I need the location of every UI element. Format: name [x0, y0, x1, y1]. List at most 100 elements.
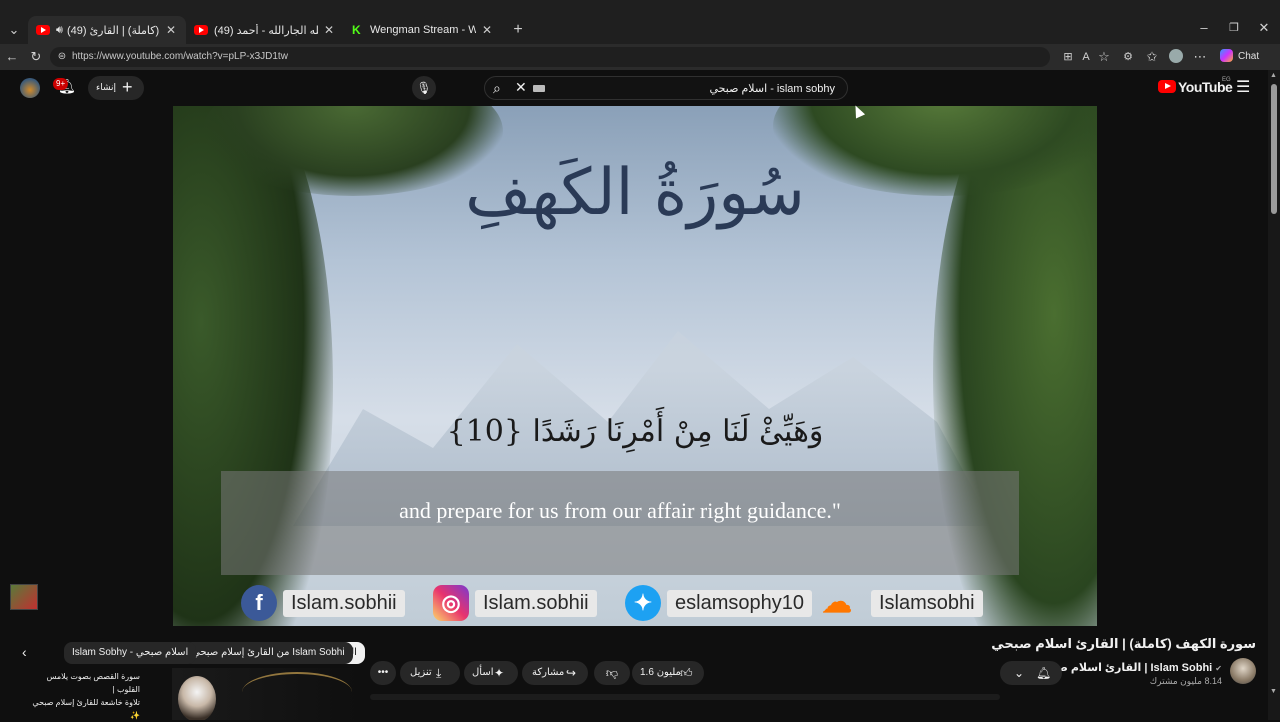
- minimize-icon[interactable]: –: [1196, 20, 1212, 36]
- keyboard-icon[interactable]: [533, 85, 545, 92]
- translate-icon[interactable]: A: [1078, 49, 1094, 65]
- scroll-up-arrow-icon[interactable]: ▲: [1270, 72, 1277, 79]
- verse-text: وَهَيِّئْ لَنَا مِنْ أَمْرِنَا رَشَدًا {…: [446, 414, 824, 449]
- suggested-title-line-2: تلاوة خاشعة للقارئ إسلام صبحي ✨: [32, 698, 140, 720]
- sparkle-icon: ✦: [494, 666, 505, 680]
- like-button[interactable]: 1.6 مليون 👍︎: [632, 661, 704, 685]
- favorite-star-icon[interactable]: ☆: [1096, 49, 1112, 65]
- new-tab-plus-icon[interactable]: +: [510, 22, 526, 38]
- social-handle: Islam.sobhii: [283, 589, 405, 617]
- restore-icon[interactable]: ❐: [1226, 20, 1242, 36]
- download-label: تنزيل: [410, 667, 432, 678]
- url-text: https://www.youtube.com/watch?v=pLP-x3JD…: [72, 51, 288, 62]
- clear-search-icon[interactable]: ✕: [515, 79, 527, 96]
- social-handle: Islam.sobhii: [475, 589, 597, 617]
- video-title: سورة الكهف (كاملة) | القارئ اسلام صبحي: [991, 636, 1256, 651]
- back-arrow-icon[interactable]: ←: [4, 49, 20, 65]
- hamburger-menu-icon[interactable]: ☰: [1236, 77, 1250, 97]
- dislike-button[interactable]: 👎︎: [594, 661, 630, 685]
- browser-tab[interactable]: K Wengman Stream - Watch Live on ✕: [344, 16, 502, 44]
- surah-title-calligraphy: سُورَةُ الكَهفِ: [465, 156, 805, 230]
- share-button[interactable]: مشاركة ↪: [522, 661, 588, 685]
- chip-related-search[interactable]: Islam Sobhy - اسلام صبحي: [64, 642, 197, 664]
- create-label: إنشاء: [96, 82, 117, 92]
- social-instagram: ◎ Islam.sobhii: [433, 584, 597, 622]
- twitter-icon: ✦: [625, 585, 661, 621]
- subscribe-button[interactable]: ⌄ 🔔︎: [1000, 661, 1062, 685]
- search-box[interactable]: ⌕ ✕ islam sobhy - اسلام صبحي: [484, 76, 848, 100]
- youtube-favicon-icon: [36, 25, 50, 35]
- verified-badge-icon: ✔: [1215, 664, 1222, 673]
- instagram-icon: ◎: [433, 585, 469, 621]
- browser-toolbar: ← ↻ ⊜ https://www.youtube.com/watch?v=pL…: [0, 44, 1280, 70]
- browser-tab-bar: ⌄ 🔊︎ (49) سورة الكهف (كاملة) | القارئ ✕ …: [0, 0, 1280, 44]
- below-video-panel: سورة الكهف (كاملة) | القارئ اسلام صبحي ✔…: [0, 626, 1280, 720]
- more-horizontal-icon: •••: [377, 667, 389, 678]
- scrollbar-thumb[interactable]: [1271, 84, 1277, 214]
- search-input[interactable]: islam sobhy - اسلام صبحي: [710, 82, 836, 95]
- video-player[interactable]: سُورَةُ الكَهفِ وَهَيِّئْ لَنَا مِنْ أَم…: [173, 106, 1097, 626]
- description-box-edge: [370, 694, 1000, 700]
- app-available-icon[interactable]: ⊞: [1060, 49, 1076, 65]
- download-button[interactable]: تنزيل ⤓: [400, 661, 460, 685]
- plus-icon: +: [122, 77, 133, 97]
- share-label: مشاركة: [532, 667, 565, 678]
- download-icon: ⤓: [436, 666, 442, 680]
- tab-title: (49) فيح حبة || عبدالله الجارالله - أحمد: [214, 24, 318, 37]
- close-tab-icon[interactable]: ✕: [164, 23, 178, 37]
- notification-badge: 9+: [53, 78, 69, 90]
- mini-thumbnail[interactable]: [10, 584, 38, 610]
- ask-button[interactable]: اسأل ✦: [464, 661, 518, 685]
- social-soundcloud: ☁ Islamsobhi: [809, 584, 983, 622]
- browser-tab-active[interactable]: 🔊︎ (49) سورة الكهف (كاملة) | القارئ ✕: [28, 16, 186, 44]
- thumbs-down-icon: 👎︎: [605, 666, 619, 680]
- site-info-icon[interactable]: ⊜: [54, 49, 70, 65]
- subscriber-count: 8.14 مليون مشترك: [1149, 676, 1222, 686]
- chip-from-channel[interactable]: من القارئ إسلام صبحي Islam Sobhi: [184, 642, 353, 664]
- suggested-video-title[interactable]: سورة القصص بصوت يلامس القلوب | تلاوة خاش…: [22, 670, 140, 722]
- share-arrow-icon: ↪: [566, 666, 577, 680]
- region-code: EG: [1222, 77, 1231, 83]
- tab-title: Wengman Stream - Watch Live on: [370, 24, 476, 36]
- social-facebook: f Islam.sobhii: [241, 584, 405, 622]
- chevron-down-icon: ⌄: [1014, 666, 1025, 680]
- suggested-video-thumbnail[interactable]: [172, 668, 358, 720]
- calligraphy-decoration: [242, 672, 352, 712]
- channel-avatar[interactable]: [1230, 658, 1256, 684]
- voice-search-mic-icon[interactable]: 🎙︎: [412, 76, 436, 100]
- scroll-down-arrow-icon[interactable]: ▼: [1270, 688, 1277, 695]
- youtube-favicon-icon: [194, 25, 208, 35]
- search-icon[interactable]: ⌕: [493, 80, 501, 97]
- favorites-icon[interactable]: ✩: [1144, 49, 1160, 65]
- ask-label: اسأل: [472, 667, 494, 678]
- facebook-icon: f: [241, 585, 277, 621]
- thumbs-up-icon: 👍︎: [680, 666, 693, 680]
- account-avatar[interactable]: [20, 78, 40, 98]
- page-scrollbar[interactable]: ▲ ▼: [1268, 70, 1280, 720]
- reload-icon[interactable]: ↻: [28, 49, 44, 65]
- copilot-icon[interactable]: [1218, 49, 1234, 65]
- tab-title: (49) سورة الكهف (كاملة) | القارئ: [66, 24, 160, 37]
- social-handle: eslamsophy10: [667, 589, 812, 617]
- reciter-image: [178, 676, 216, 720]
- browser-tab[interactable]: (49) فيح حبة || عبدالله الجارالله - أحمد…: [186, 16, 344, 44]
- youtube-logo-icon[interactable]: [1158, 80, 1176, 93]
- more-menu-icon[interactable]: ⋯: [1192, 49, 1208, 65]
- address-bar[interactable]: ⊜ https://www.youtube.com/watch?v=pLP-x3…: [50, 47, 1050, 67]
- close-tab-icon[interactable]: ✕: [322, 23, 336, 37]
- youtube-header: 🔔︎ 9+ إنشاء + 🎙︎ ⌕ ✕ islam sobhy - اسلام…: [0, 70, 1280, 106]
- like-count: 1.6 مليون: [640, 667, 681, 678]
- chips-prev-chevron-icon[interactable]: ‹: [22, 644, 27, 660]
- profile-avatar-icon[interactable]: [1168, 49, 1184, 65]
- speaker-icon[interactable]: 🔊︎: [56, 24, 63, 37]
- close-tab-icon[interactable]: ✕: [480, 23, 494, 37]
- soundcloud-icon: ☁: [822, 586, 852, 619]
- verse-translation: and prepare for us from our affair right…: [399, 498, 841, 523]
- more-actions-button[interactable]: •••: [370, 661, 396, 685]
- create-button[interactable]: إنشاء +: [88, 76, 144, 100]
- chat-label[interactable]: Chat: [1238, 51, 1259, 62]
- close-window-icon[interactable]: ✕: [1256, 20, 1272, 36]
- social-handle: Islamsobhi: [871, 589, 983, 617]
- tab-list-chevron-icon[interactable]: ⌄: [6, 22, 22, 38]
- extensions-icon[interactable]: ⚙: [1120, 49, 1136, 65]
